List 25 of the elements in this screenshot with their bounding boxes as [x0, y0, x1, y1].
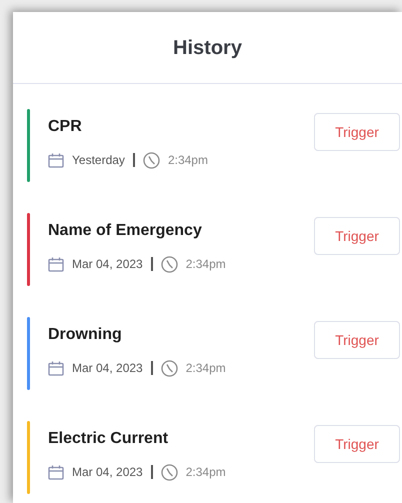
- time-text: 2:34pm: [186, 360, 226, 377]
- date-text: Mar 04, 2023: [72, 360, 143, 377]
- date-text: Yesterday: [72, 152, 125, 169]
- clock-icon: [142, 152, 160, 168]
- emergency-name: Drowning: [48, 325, 123, 345]
- date-text: Mar 04, 2023: [72, 256, 143, 273]
- emergency-name: Name of Emergency: [48, 221, 203, 241]
- time-text: 2:34pm: [186, 256, 226, 273]
- page-title: History: [173, 36, 242, 60]
- trigger-button[interactable]: Trigger: [314, 217, 400, 255]
- calendar-icon: [48, 464, 64, 480]
- clock-icon: [160, 360, 178, 376]
- clock-icon: [160, 256, 178, 272]
- trigger-button[interactable]: Trigger: [314, 425, 400, 463]
- emergency-name: CPR: [48, 117, 83, 137]
- trigger-button[interactable]: Trigger: [314, 321, 400, 359]
- calendar-icon: [48, 256, 64, 272]
- clock-icon: [160, 464, 178, 480]
- calendar-icon: [48, 360, 64, 376]
- date-text: Mar 04, 2023: [72, 464, 143, 481]
- trigger-button[interactable]: Trigger: [314, 113, 400, 151]
- time-text: 2:34pm: [186, 464, 226, 481]
- emergency-name: Electric Current: [48, 429, 170, 449]
- time-text: 2:34pm: [168, 152, 208, 169]
- calendar-icon: [48, 152, 64, 168]
